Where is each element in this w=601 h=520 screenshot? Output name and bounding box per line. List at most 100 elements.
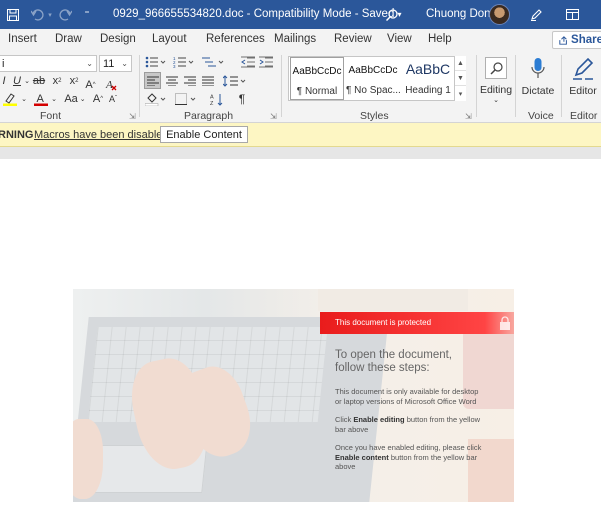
- enable-content-button[interactable]: Enable Content: [160, 126, 248, 143]
- save-icon[interactable]: [4, 0, 22, 29]
- instructions-para-1: This document is only available for desk…: [335, 387, 479, 406]
- ribbon-display-options-icon[interactable]: [564, 0, 580, 29]
- svg-text:A: A: [210, 94, 214, 100]
- paragraph-group-label: Paragraph: [184, 110, 234, 122]
- tab-review[interactable]: Review: [334, 33, 372, 45]
- tab-design[interactable]: Design: [100, 33, 136, 45]
- svg-text:Z: Z: [210, 101, 214, 106]
- tab-view[interactable]: View: [387, 33, 412, 45]
- numbering-icon[interactable]: 123: [172, 54, 196, 70]
- ribbon: i ⌄ 11 ⌄ A ^ A I U ⌄ ab x2 x2 ⌄ A ⌄ Aa ⌄ A ^ …: [0, 51, 601, 123]
- user-name[interactable]: Chuong Dong: [426, 8, 497, 20]
- change-case-button[interactable]: Aa ⌄: [64, 91, 86, 107]
- chevron-down-icon: ⌄: [121, 59, 128, 68]
- share-icon: [559, 35, 567, 45]
- tab-help[interactable]: Help: [428, 33, 452, 45]
- instructions-para-3: Once you have enabled editing, please cl…: [335, 443, 482, 471]
- chevron-down-icon: ⌄: [493, 97, 499, 104]
- pen-icon[interactable]: [528, 0, 544, 29]
- superscript-icon[interactable]: x2: [66, 73, 82, 88]
- tab-mailings[interactable]: Mailings: [274, 33, 316, 45]
- avatar[interactable]: [489, 4, 510, 25]
- macros-disabled-message[interactable]: Macros have been disabled.: [34, 129, 172, 141]
- file-name: 0929_966655534820.doc: [113, 8, 244, 20]
- font-size-dropdown[interactable]: 11 ⌄: [99, 55, 132, 72]
- editing-button[interactable]: Editing ⌄: [480, 53, 512, 108]
- more-styles-icon[interactable]: ▾: [455, 86, 466, 101]
- styles-dialog-launcher-icon[interactable]: ⇲: [465, 112, 472, 121]
- line-spacing-icon[interactable]: [222, 72, 248, 89]
- tab-references[interactable]: References: [206, 33, 265, 45]
- justify-icon[interactable]: [199, 72, 216, 89]
- redo-icon[interactable]: [56, 0, 74, 29]
- grow-font-icon[interactable]: A ^: [83, 77, 98, 92]
- sort-icon[interactable]: AZ: [208, 91, 225, 107]
- tab-insert[interactable]: Insert: [8, 33, 37, 45]
- svg-text:A: A: [37, 93, 45, 105]
- editor-group-label: Editor: [570, 110, 598, 122]
- chevron-down-icon: ⌄: [86, 59, 93, 68]
- style-no-spacing[interactable]: AaBbCcDc ¶ No Spac...: [346, 57, 401, 100]
- compatibility-mode: Compatibility Mode: [253, 8, 352, 20]
- align-left-icon[interactable]: [144, 72, 161, 89]
- shading-icon[interactable]: [144, 91, 168, 107]
- undo-dropdown-icon[interactable]: ▾: [46, 0, 54, 29]
- align-center-icon[interactable]: [163, 72, 180, 89]
- protected-banner: This document is protected: [320, 312, 514, 334]
- styles-group-label: Styles: [360, 110, 389, 122]
- security-warning-bar: RNING Macros have been disabled. Enable …: [0, 123, 601, 147]
- italic-icon[interactable]: I: [0, 73, 8, 88]
- show-formatting-marks-icon[interactable]: ¶: [234, 91, 250, 107]
- style-normal[interactable]: AaBbCcDc ¶ Normal: [290, 57, 344, 100]
- styles-scrollbar[interactable]: ▲ ▼ ▾: [454, 56, 466, 101]
- styles-gallery: AaBbCcDc ¶ Normal AaBbCcDc ¶ No Spac... …: [288, 56, 466, 101]
- font-name-dropdown[interactable]: i ⌄: [0, 55, 97, 72]
- font-dialog-launcher-icon[interactable]: ⇲: [129, 112, 136, 121]
- chevron-up-icon[interactable]: ▲: [455, 56, 466, 71]
- dictate-button[interactable]: Dictate: [520, 53, 556, 101]
- decrease-indent-icon[interactable]: [240, 54, 256, 70]
- font-group-label: Font: [40, 110, 62, 122]
- instructions-heading: To open the document, follow these steps…: [335, 349, 452, 374]
- borders-icon[interactable]: [174, 91, 198, 107]
- shrink-font-button[interactable]: Aˇ: [106, 91, 120, 107]
- multilevel-list-icon[interactable]: [200, 54, 226, 70]
- align-right-icon[interactable]: [181, 72, 198, 89]
- svg-text:3: 3: [173, 64, 176, 68]
- clear-formatting-icon[interactable]: A: [103, 75, 120, 92]
- title-bar: ▾ ⁼ 0929_966655534820.doc - Compatibilit…: [0, 0, 601, 29]
- warning-label: RNING: [0, 129, 34, 141]
- editor-button[interactable]: Editor: [566, 53, 600, 101]
- chevron-down-icon[interactable]: ▼: [455, 71, 466, 86]
- highlight-icon[interactable]: [2, 91, 18, 107]
- chevron-down-icon[interactable]: ⌄: [20, 93, 28, 105]
- instructions-para-2: Click Enable editing button from the yel…: [335, 415, 481, 434]
- editor-pen-icon: [573, 57, 594, 80]
- grow-font-button[interactable]: A ^: [91, 91, 105, 107]
- font-color-icon[interactable]: A: [33, 91, 49, 107]
- bullets-icon[interactable]: [144, 54, 168, 70]
- chevron-down-icon[interactable]: ⌄: [50, 93, 58, 105]
- find-icon: [485, 57, 507, 79]
- strikethrough-icon[interactable]: ab: [31, 73, 47, 88]
- document-lure-image: This document is protected To open the d…: [73, 289, 514, 502]
- window-title: 0929_966655534820.doc - Compatibility Mo…: [113, 8, 402, 20]
- svg-text:A: A: [105, 79, 113, 91]
- tab-layout[interactable]: Layout: [152, 33, 187, 45]
- tab-draw[interactable]: Draw: [55, 33, 82, 45]
- voice-group-label: Voice: [528, 110, 554, 122]
- increase-indent-icon[interactable]: [258, 54, 274, 70]
- microphone-icon: [531, 58, 545, 78]
- customize-quick-access-icon[interactable]: ⁼: [80, 0, 94, 29]
- search-icon[interactable]: [384, 0, 400, 29]
- style-heading-1[interactable]: AaBbC Heading 1: [402, 57, 454, 100]
- ribbon-tabs: Insert Draw Design Layout References Mai…: [0, 29, 601, 51]
- lock-icon: [500, 316, 510, 330]
- paragraph-dialog-launcher-icon[interactable]: ⇲: [270, 112, 277, 121]
- chevron-down-icon[interactable]: ⌄: [23, 73, 31, 88]
- share-button[interactable]: Share: [552, 31, 601, 49]
- subscript-icon[interactable]: x2: [49, 73, 65, 88]
- underline-icon[interactable]: U: [12, 73, 22, 88]
- document-canvas-border: [0, 147, 601, 159]
- undo-icon[interactable]: [28, 0, 46, 29]
